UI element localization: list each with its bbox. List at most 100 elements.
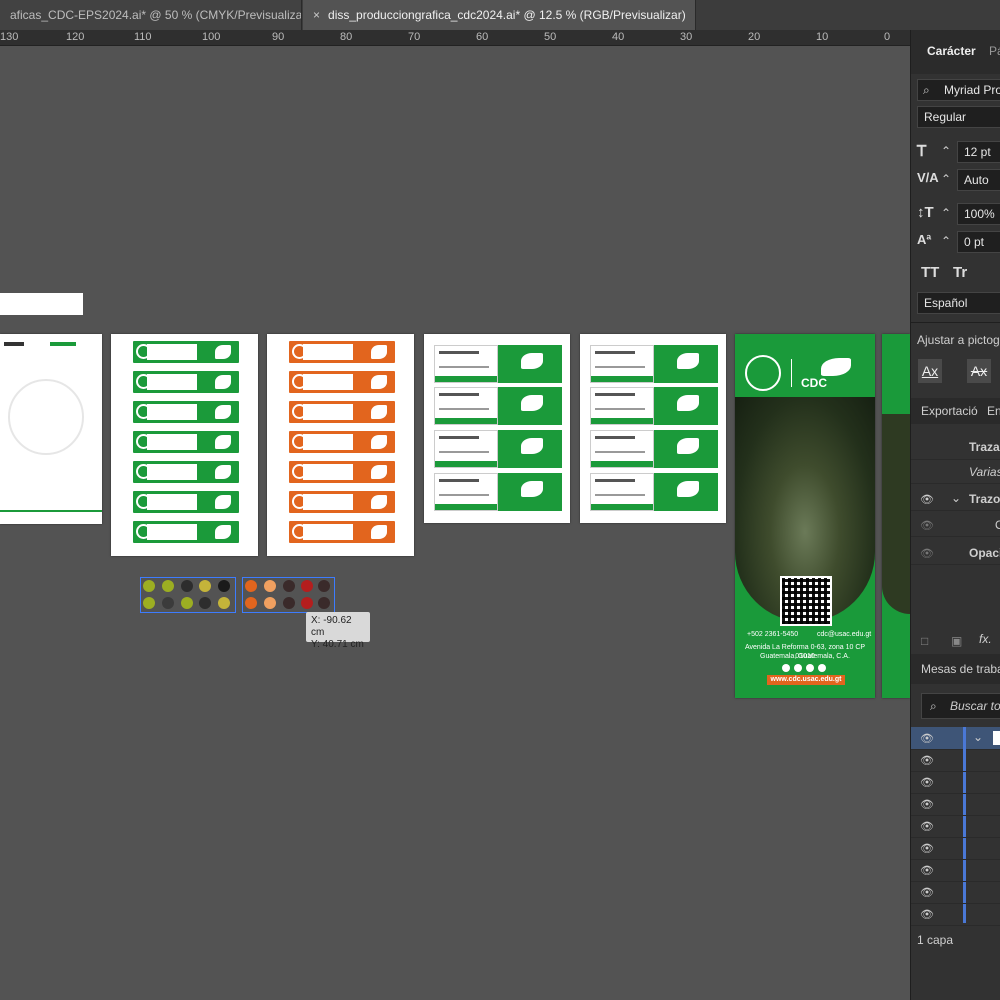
ruler-tick: 30 <box>680 31 693 43</box>
tab-document-ai[interactable]: × diss_producciongrafica_cdc2024.ai* @ 12… <box>303 0 696 30</box>
tab-document-eps[interactable]: aficas_CDC-EPS2024.ai* @ 50 % (CMYK/Prev… <box>0 0 302 30</box>
visibility-eye-icon[interactable]: 👁 <box>920 547 934 560</box>
swatch-dot[interactable] <box>283 597 295 609</box>
properties-panel: Carácter Pá ⌕ Myriad Pro Regular ꓔ ⌃ 12 … <box>910 30 1000 1000</box>
swatch-dot[interactable] <box>199 597 211 609</box>
appearance-stroke-row[interactable]: 👁 ⌄ Trazo <box>911 488 1000 511</box>
tab-label: aficas_CDC-EPS2024.ai* @ 50 % (CMYK/Prev… <box>10 8 302 22</box>
layer-row[interactable]: 👁 <box>911 749 1000 772</box>
business-card-back <box>654 473 718 511</box>
artboard-canvas[interactable]: CDC +502 2361-5450 cdc@usac.edu.gt Aveni… <box>0 46 910 1000</box>
baseline-shift-field[interactable]: 0 pt <box>957 231 1000 253</box>
layer-row[interactable]: 👁 <box>911 903 1000 926</box>
square-filled-icon[interactable]: ▣ <box>951 634 962 648</box>
visibility-eye-icon[interactable]: 👁 <box>920 842 934 855</box>
card-green <box>133 401 239 423</box>
snap-to-glyph-label: Ajustar a pictogr <box>917 333 1000 347</box>
chevron-down-icon[interactable]: ⌄ <box>951 491 961 505</box>
visibility-eye-icon[interactable]: 👁 <box>920 886 934 899</box>
stepper-icon[interactable]: ⌃ <box>941 144 951 158</box>
tab-export[interactable]: Exportació <box>921 404 978 418</box>
visibility-eye-icon[interactable]: 👁 <box>920 908 934 921</box>
stepper-icon[interactable]: ⌃ <box>941 234 951 248</box>
swatch-dot[interactable] <box>245 597 257 609</box>
artboard-business-cards-b[interactable] <box>580 334 726 523</box>
stepper-icon[interactable]: ⌃ <box>941 206 951 220</box>
appearance-sub-row: Varias <box>911 461 1000 484</box>
visibility-eye-icon[interactable]: 👁 <box>920 493 934 506</box>
all-caps-button[interactable]: TT <box>921 264 939 281</box>
artboard-green-cards[interactable] <box>111 334 258 556</box>
card-green <box>133 431 239 453</box>
swatch-dot[interactable] <box>162 580 174 592</box>
swatch-dot[interactable] <box>181 580 193 592</box>
visibility-eye-icon[interactable]: 👁 <box>920 754 934 767</box>
swatch-dot[interactable] <box>264 580 276 592</box>
square-icon[interactable]: □ <box>921 634 928 648</box>
swatch-dot[interactable] <box>318 597 330 609</box>
stepper-icon[interactable]: ⌃ <box>941 172 951 186</box>
swatch-dot[interactable] <box>301 580 313 592</box>
qr-code-icon <box>780 576 832 626</box>
vertical-scale-field[interactable]: 100% <box>957 203 1000 225</box>
layer-row-selected[interactable]: 👁 ⌄ <box>911 727 1000 750</box>
layer-row[interactable]: 👁 <box>911 771 1000 794</box>
horizontal-ruler[interactable]: 130 120 110 100 90 80 70 60 50 40 30 20 … <box>0 30 910 46</box>
layer-row[interactable]: 👁 <box>911 793 1000 816</box>
visibility-eye-icon[interactable]: 👁 <box>920 519 934 532</box>
swatch-dot[interactable] <box>301 597 313 609</box>
layer-row[interactable]: 👁 <box>911 859 1000 882</box>
artboard-business-cards-a[interactable] <box>424 334 570 523</box>
swatch-dot[interactable] <box>218 597 230 609</box>
visibility-eye-icon[interactable]: 👁 <box>920 776 934 789</box>
search-icon: ⌕ <box>930 699 937 713</box>
cursor-coordinates-tooltip: X: -90.62 cm Y: 40.71 cm <box>306 612 370 650</box>
artboard-banner[interactable]: CDC +502 2361-5450 cdc@usac.edu.gt Aveni… <box>735 334 875 698</box>
tooltip-y: Y: 40.71 cm <box>311 639 364 650</box>
appearance-o-row[interactable]: 👁 O <box>911 514 1000 537</box>
visibility-eye-icon[interactable]: 👁 <box>920 864 934 877</box>
x-icon <box>794 664 802 672</box>
text-frame[interactable] <box>0 293 83 315</box>
swatch-dot[interactable] <box>245 580 257 592</box>
swatch-dot[interactable] <box>199 580 211 592</box>
close-icon[interactable]: × <box>313 8 320 22</box>
card-orange <box>289 431 395 453</box>
layers-search-input[interactable]: ⌕ Buscar to <box>921 693 1000 719</box>
font-style-field[interactable]: Regular <box>917 106 1000 128</box>
fx-button[interactable]: fx. <box>979 632 992 646</box>
kerning-field[interactable]: Auto <box>957 169 1000 191</box>
font-family-field[interactable]: ⌕ Myriad Pro <box>917 79 1000 101</box>
tab-other[interactable]: En <box>987 404 1000 418</box>
language-select[interactable]: Español <box>917 292 1000 314</box>
swatch-dot[interactable] <box>283 580 295 592</box>
visibility-eye-icon[interactable]: 👁 <box>920 820 934 833</box>
appearance-stroke: Trazo <box>969 492 1000 506</box>
swatch-dot[interactable] <box>143 580 155 592</box>
artboard-letterhead[interactable] <box>0 334 102 524</box>
swatch-dot[interactable] <box>218 580 230 592</box>
swatch-dot[interactable] <box>181 597 193 609</box>
tab-character[interactable]: Carácter <box>927 44 976 58</box>
artboard-banner-2[interactable] <box>882 334 910 698</box>
snap-glyph-alt-button[interactable]: Ax <box>967 359 991 383</box>
swatch-dot[interactable] <box>264 597 276 609</box>
swatch-dot[interactable] <box>143 597 155 609</box>
tab-paragraph[interactable]: Pá <box>989 44 1000 58</box>
visibility-eye-icon[interactable]: 👁 <box>920 732 934 745</box>
small-caps-button[interactable]: Tr <box>953 264 967 281</box>
appearance-opacity: Opaci <box>969 546 1000 560</box>
artboard-orange-cards[interactable] <box>267 334 414 556</box>
visibility-eye-icon[interactable]: 👁 <box>920 798 934 811</box>
chevron-down-icon[interactable]: ⌄ <box>973 730 983 744</box>
font-size-field[interactable]: 12 pt <box>957 141 1000 163</box>
layer-row[interactable]: 👁 <box>911 815 1000 838</box>
font-size-icon: ꓔ <box>917 143 927 160</box>
swatch-dot[interactable] <box>318 580 330 592</box>
swatch-dot[interactable] <box>162 597 174 609</box>
layer-row[interactable]: 👁 <box>911 837 1000 860</box>
artboards-title: Mesas de traba <box>921 662 1000 676</box>
layer-row[interactable]: 👁 <box>911 881 1000 904</box>
snap-glyph-button[interactable]: Ax <box>918 359 942 383</box>
appearance-opacity-row[interactable]: 👁 Opaci <box>911 542 1000 565</box>
